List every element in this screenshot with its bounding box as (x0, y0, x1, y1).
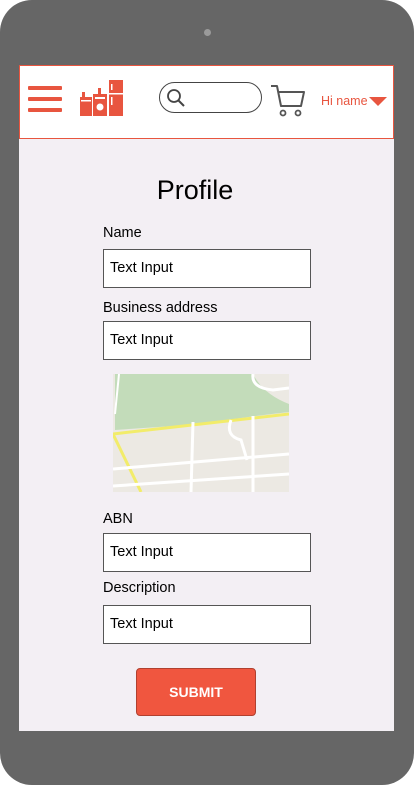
business-address-field[interactable]: Text Input (103, 321, 311, 360)
search-icon (167, 89, 185, 107)
cart-icon[interactable] (270, 82, 306, 118)
user-greeting[interactable]: Hi name (321, 94, 368, 108)
top-bar: Hi name (19, 65, 394, 139)
name-field[interactable]: Text Input (103, 249, 311, 288)
search-box[interactable] (159, 82, 262, 113)
device-frame: Hi name Profile Name Text Input Business… (0, 0, 414, 785)
description-field[interactable]: Text Input (103, 605, 311, 644)
business-address-label: Business address (103, 300, 218, 316)
abn-field[interactable]: Text Input (103, 533, 311, 572)
address-map[interactable] (113, 374, 289, 492)
name-label: Name (103, 225, 142, 241)
hamburger-icon[interactable] (28, 86, 62, 112)
submit-button[interactable]: SUBMIT (136, 668, 256, 716)
caret-down-icon[interactable] (369, 97, 387, 106)
app-screen: Hi name Profile Name Text Input Business… (19, 65, 394, 731)
page-title: Profile (156, 175, 234, 205)
description-label: Description (103, 580, 176, 596)
camera-dot (204, 29, 211, 36)
appliances-logo[interactable] (80, 80, 126, 116)
abn-label: ABN (103, 511, 133, 527)
